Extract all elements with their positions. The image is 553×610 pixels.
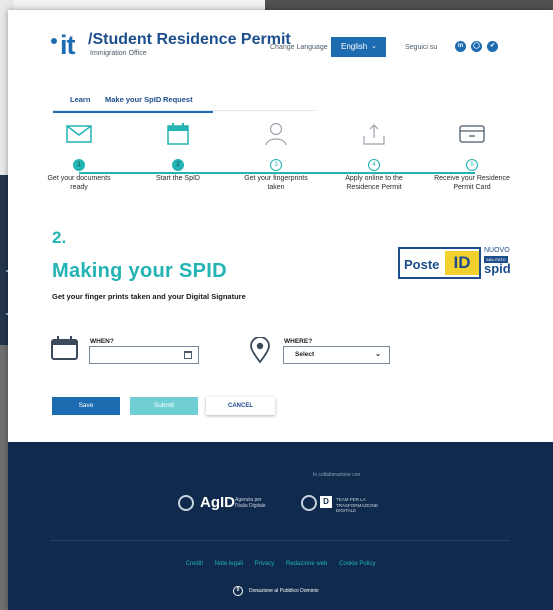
calendar-icon xyxy=(138,120,218,148)
step-label: Get your documents ready xyxy=(47,175,111,191)
cancel-button[interactable]: CANCEL xyxy=(206,397,275,415)
footer-link-cookie-policy[interactable]: Cookie Policy xyxy=(339,561,375,567)
step-number: 2 xyxy=(172,159,184,171)
upload-icon xyxy=(334,120,414,148)
step-label: Get your fingerprints taken xyxy=(244,175,308,191)
site-footer: In collaborazione con AgID Agenzia per l… xyxy=(8,442,553,610)
date-picker-icon[interactable] xyxy=(184,351,192,359)
where-select[interactable]: Select ⌄ xyxy=(283,346,390,364)
follow-label: Seguici su xyxy=(405,44,438,51)
footer-link-redazione-web[interactable]: Redazione web xyxy=(286,561,327,567)
footer-link-crediti[interactable]: Crediti xyxy=(186,561,203,567)
tab-make-your-spid[interactable]: Make your SpID xyxy=(105,95,161,104)
user-icon xyxy=(236,120,316,148)
section-subtitle: Get your finger prints taken and your Di… xyxy=(52,292,246,301)
footer-link-note-legali[interactable]: Note legali xyxy=(215,561,243,567)
language-select[interactable]: English ⌄ xyxy=(331,37,386,57)
footer-links: Crediti Note legali Privacy Redazione we… xyxy=(8,561,553,567)
calendar-icon xyxy=(51,336,78,360)
footer-divider xyxy=(50,540,510,541)
emblem-icon xyxy=(301,495,317,511)
footer-link-privacy[interactable]: Privacy xyxy=(255,561,275,567)
step-3[interactable]: 3 Get your fingerprints taken xyxy=(236,120,316,192)
step-5[interactable]: 5 Receive your Residence Permit Card xyxy=(432,120,512,192)
site-title: /Student Residence Permit xyxy=(88,31,291,48)
section-number: 2. xyxy=(52,228,67,247)
twitter-icon[interactable]: ✔ xyxy=(487,41,498,52)
it-logo[interactable]: it xyxy=(51,30,75,61)
linkedin-icon[interactable]: in xyxy=(455,41,466,52)
change-language-label: Change Language xyxy=(270,44,328,51)
site-header: it /Student Residence Permit Immigration… xyxy=(8,10,553,85)
when-date-input[interactable] xyxy=(89,346,199,364)
step-number: 5 xyxy=(466,159,478,171)
submit-button[interactable]: Submit xyxy=(130,397,198,415)
main-page: it /Student Residence Permit Immigration… xyxy=(8,10,553,610)
step-label: Apply online to the Residence Permit xyxy=(345,175,403,191)
tab-request[interactable]: Request xyxy=(163,95,193,104)
site-subtitle: Immigration Office xyxy=(90,50,147,57)
step-number: 4 xyxy=(368,159,380,171)
poste-id-spid-logo: Poste ID NUOVO ABILITATO spid xyxy=(398,247,511,279)
step-4[interactable]: 4 Apply online to the Residence Permit xyxy=(334,120,414,192)
progress-steps: 1 Get your documents ready 2 Start the Sp… xyxy=(8,120,553,215)
public-domain-icon: 0 xyxy=(233,586,243,596)
github-icon[interactable]: ◯ xyxy=(471,41,482,52)
where-label: WHERE? xyxy=(284,338,313,345)
save-button[interactable]: Save xyxy=(52,397,120,415)
step-number: 1 xyxy=(73,159,85,171)
step-label: Receive your Residence Permit Card xyxy=(434,175,510,191)
section-title: Making your SPID xyxy=(52,260,227,282)
card-icon xyxy=(432,120,512,148)
step-2[interactable]: 2 Start the SpID xyxy=(138,120,218,183)
step-1[interactable]: 1 Get your documents ready xyxy=(39,120,119,192)
step-label: Start the SpID xyxy=(156,175,200,182)
step-number: 3 xyxy=(270,159,282,171)
emblem-icon xyxy=(178,495,194,511)
envelope-icon xyxy=(39,120,119,148)
tab-learn[interactable]: Learn xyxy=(70,95,90,104)
tab-underline xyxy=(53,111,213,113)
chevron-down-icon: ⌄ xyxy=(375,351,381,358)
when-label: WHEN? xyxy=(90,338,114,345)
collaboration-label: In collaborazione con xyxy=(313,472,361,478)
chevron-down-icon: ⌄ xyxy=(371,43,377,50)
location-pin-icon xyxy=(250,336,270,364)
tab-bar: Learn Make your SpID Request xyxy=(53,91,315,113)
